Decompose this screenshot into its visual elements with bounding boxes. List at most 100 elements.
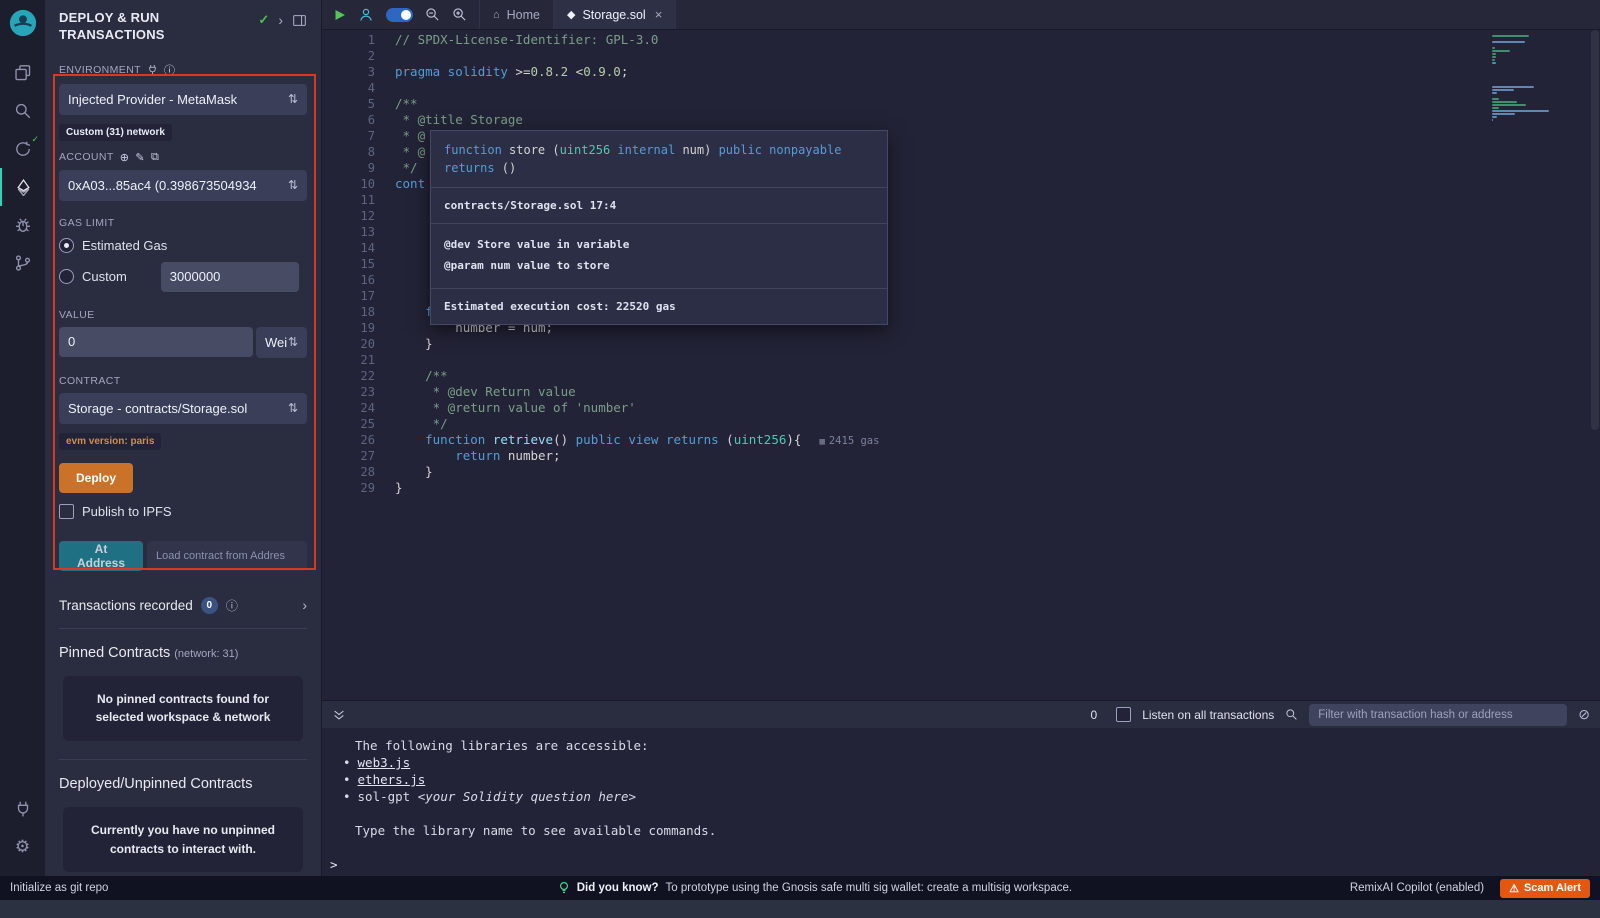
code-line[interactable]: * @title Storage xyxy=(395,112,1600,128)
code-editor[interactable]: 1234567891011121314151617181920212223242… xyxy=(322,30,1600,700)
code-line[interactable]: function retrieve() public view returns … xyxy=(395,432,1600,448)
sidebar-item-debugger[interactable] xyxy=(0,206,45,244)
sidebar-item-search[interactable] xyxy=(0,92,45,130)
account-select[interactable]: 0xA03...85ac4 (0.398673504934 ⇅ xyxy=(59,170,307,201)
gas-estimate-widget[interactable]: ▦2415 gas xyxy=(819,435,879,447)
terminal[interactable]: The following libraries are accessible:•… xyxy=(322,728,1600,876)
code-token: uint256 xyxy=(560,143,611,157)
code-line[interactable]: /** xyxy=(395,96,1600,112)
copilot-status[interactable]: RemixAI Copilot (enabled) xyxy=(1350,882,1484,894)
at-address-input[interactable] xyxy=(147,541,307,571)
line-number: 21 xyxy=(322,352,375,368)
sidebar-item-deploy-run[interactable] xyxy=(0,168,45,206)
code-line[interactable]: * @dev Return value xyxy=(395,384,1600,400)
code-line[interactable]: } xyxy=(395,480,1600,496)
value-unit-select[interactable]: Wei ⇅ xyxy=(256,327,307,358)
zoom-out-icon[interactable] xyxy=(425,7,440,22)
run-script-icon[interactable] xyxy=(334,9,346,21)
sidebar-item-workspace[interactable] xyxy=(0,54,45,92)
environment-label-row: ENVIRONMENT ⓘ xyxy=(59,62,307,78)
estimated-gas-radio[interactable] xyxy=(59,238,74,253)
git-init-button[interactable]: Initialize as git repo xyxy=(10,882,280,894)
transactions-recorded-row[interactable]: Transactions recorded 0 ⓘ › xyxy=(59,597,307,629)
code-line[interactable]: // SPDX-License-Identifier: GPL-3.0 xyxy=(395,32,1600,48)
plug-small-icon[interactable] xyxy=(147,64,158,75)
terminal-output: The following libraries are accessible:•… xyxy=(322,737,1600,839)
code-line[interactable] xyxy=(395,80,1600,96)
custom-gas-input[interactable] xyxy=(161,262,299,292)
custom-gas-radio[interactable] xyxy=(59,269,74,284)
line-number: 2 xyxy=(322,48,375,64)
estimated-gas-option[interactable]: Estimated Gas xyxy=(59,238,307,253)
scam-alert-button[interactable]: ⚠ Scam Alert xyxy=(1500,879,1590,898)
scam-alert-label: Scam Alert xyxy=(1524,882,1581,894)
code-line[interactable]: } xyxy=(395,336,1600,352)
value-label-row: VALUE xyxy=(59,309,307,321)
contract-select[interactable]: Storage - contracts/Storage.sol ⇅ xyxy=(59,393,307,424)
gear-icon: ⚙ xyxy=(15,837,30,857)
terminal-prompt-row[interactable]: > xyxy=(322,856,1600,873)
code-token: function xyxy=(425,432,493,447)
copilot-toggle[interactable] xyxy=(386,8,413,22)
code-line[interactable]: } xyxy=(395,464,1600,480)
tab-home[interactable]: ⌂ Home xyxy=(480,0,554,29)
sidebar-item-source-control[interactable] xyxy=(0,244,45,282)
sidebar-item-settings[interactable]: ⚙ xyxy=(0,828,45,866)
pin-panel-icon[interactable] xyxy=(292,13,307,28)
publish-ipfs-row[interactable]: Publish to IPFS xyxy=(59,504,307,519)
info-icon[interactable]: ⓘ xyxy=(226,597,238,614)
line-number: 20 xyxy=(322,336,375,352)
copilot-icon[interactable] xyxy=(358,7,374,23)
minimap-line xyxy=(1492,62,1496,64)
minimap-line xyxy=(1492,107,1499,109)
remix-logo[interactable] xyxy=(6,6,40,40)
editor-scrollbar[interactable] xyxy=(1590,30,1600,700)
copy-account-icon[interactable]: ⧉ xyxy=(151,151,159,164)
hover-location: contracts/Storage.sol 17:4 xyxy=(431,188,887,224)
terminal-search-icon[interactable] xyxy=(1285,708,1298,721)
code-line[interactable]: /** xyxy=(395,368,1600,384)
value-input[interactable] xyxy=(59,327,253,357)
clear-terminal-icon[interactable]: ⊘ xyxy=(1578,706,1590,723)
tab-storage-sol[interactable]: ◆ Storage.sol × xyxy=(554,0,676,29)
editor-toolbar-actions xyxy=(322,0,480,29)
code-token: * @ xyxy=(395,144,425,159)
scrollbar-thumb[interactable] xyxy=(1591,30,1599,430)
code-line[interactable] xyxy=(395,48,1600,64)
code-line[interactable]: */ xyxy=(395,416,1600,432)
zoom-in-icon[interactable] xyxy=(452,7,467,22)
chevron-right-icon[interactable]: › xyxy=(302,597,307,613)
code-token xyxy=(395,432,425,447)
line-number: 7 xyxy=(322,128,375,144)
code-token: () xyxy=(495,161,517,175)
minimap[interactable] xyxy=(1492,35,1584,122)
code-token xyxy=(395,304,425,319)
sidebar-item-solidity-compiler[interactable]: ✓ xyxy=(0,130,45,168)
deploy-button[interactable]: Deploy xyxy=(59,463,133,493)
code-line[interactable]: * @return value of 'number' xyxy=(395,400,1600,416)
custom-gas-option[interactable]: Custom xyxy=(59,262,307,292)
contract-label: CONTRACT xyxy=(59,375,121,387)
chevron-right-icon[interactable]: › xyxy=(278,12,283,28)
info-icon[interactable]: ⓘ xyxy=(164,62,175,78)
publish-ipfs-checkbox[interactable] xyxy=(59,504,74,519)
code-line[interactable]: return number; xyxy=(395,448,1600,464)
terminal-filter-input[interactable] xyxy=(1309,704,1567,726)
environment-select[interactable]: Injected Provider - MetaMask ⇅ xyxy=(59,84,307,115)
close-tab-icon[interactable]: × xyxy=(655,7,663,22)
value-label: VALUE xyxy=(59,309,95,321)
terminal-link[interactable]: web3.js xyxy=(358,755,411,770)
code-token: */ xyxy=(395,160,418,175)
terminal-expand-icon[interactable] xyxy=(332,708,346,722)
editor-toolbar: ⌂ Home ◆ Storage.sol × xyxy=(322,0,1600,30)
terminal-link[interactable]: ethers.js xyxy=(358,772,426,787)
sign-message-icon[interactable]: ✎ xyxy=(135,151,145,164)
git-branch-icon xyxy=(14,254,32,272)
code-line[interactable]: pragma solidity >=0.8.2 <0.9.0; xyxy=(395,64,1600,80)
tab-storage-label: Storage.sol xyxy=(582,8,645,22)
add-account-icon[interactable]: ⊕ xyxy=(120,151,130,164)
at-address-button[interactable]: At Address xyxy=(59,541,143,571)
listen-transactions-checkbox[interactable] xyxy=(1116,707,1131,722)
code-line[interactable] xyxy=(395,352,1600,368)
sidebar-item-plugin-manager[interactable] xyxy=(0,790,45,828)
